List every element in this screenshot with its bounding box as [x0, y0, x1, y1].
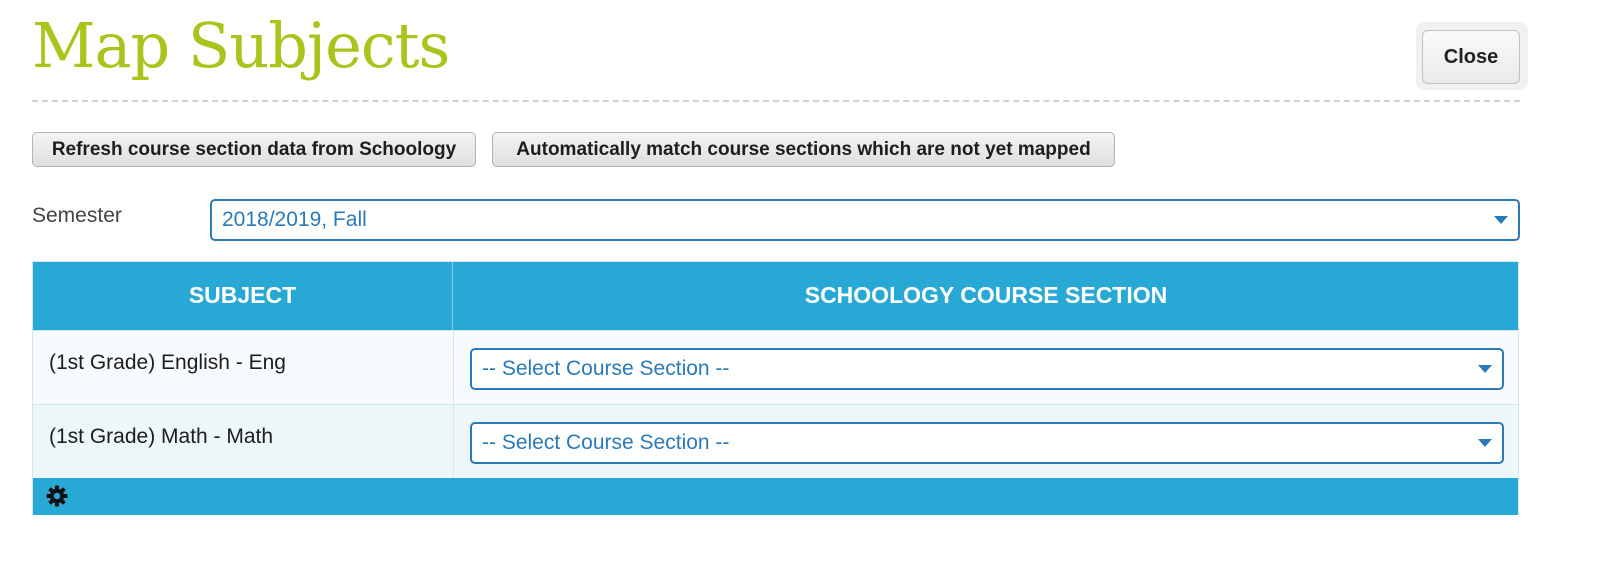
subject-mapping-table: SUBJECT SCHOOLOGY COURSE SECTION (1st Gr… [32, 261, 1519, 515]
course-section-select-value: -- Select Course Section -- [482, 431, 730, 454]
auto-match-button[interactable]: Automatically match course sections whic… [492, 132, 1115, 167]
map-subjects-dialog: Map Subjects Close Refresh course sectio… [0, 0, 1600, 587]
subject-cell: (1st Grade) English - Eng [49, 351, 286, 374]
column-header-subject: SUBJECT [33, 262, 453, 330]
table-header: SUBJECT SCHOOLOGY COURSE SECTION [33, 262, 1518, 330]
column-header-course-section: SCHOOLOGY COURSE SECTION [804, 282, 1168, 308]
course-section-select[interactable]: -- Select Course Section -- [470, 422, 1504, 464]
close-button[interactable]: Close [1422, 30, 1520, 84]
close-button-wrapper: Close [1416, 22, 1528, 90]
chevron-down-icon [1478, 365, 1492, 373]
column-divider [453, 331, 454, 404]
column-divider [453, 405, 454, 478]
course-section-select[interactable]: -- Select Course Section -- [470, 348, 1504, 390]
chevron-down-icon [1478, 439, 1492, 447]
semester-label: Semester [32, 204, 122, 227]
chevron-down-icon [1494, 216, 1508, 224]
table-footer [33, 478, 1518, 515]
course-section-select-value: -- Select Course Section -- [482, 357, 730, 380]
semester-select[interactable]: 2018/2019, Fall [210, 199, 1520, 241]
table-row: (1st Grade) Math - Math -- Select Course… [33, 404, 1518, 478]
table-row: (1st Grade) English - Eng -- Select Cour… [33, 330, 1518, 404]
header-divider [32, 100, 1520, 102]
refresh-course-sections-button[interactable]: Refresh course section data from Schoolo… [32, 132, 476, 167]
semester-select-value: 2018/2019, Fall [222, 208, 367, 231]
subject-cell: (1st Grade) Math - Math [49, 425, 274, 448]
page-title: Map Subjects [32, 9, 450, 82]
gear-icon[interactable] [45, 484, 69, 508]
